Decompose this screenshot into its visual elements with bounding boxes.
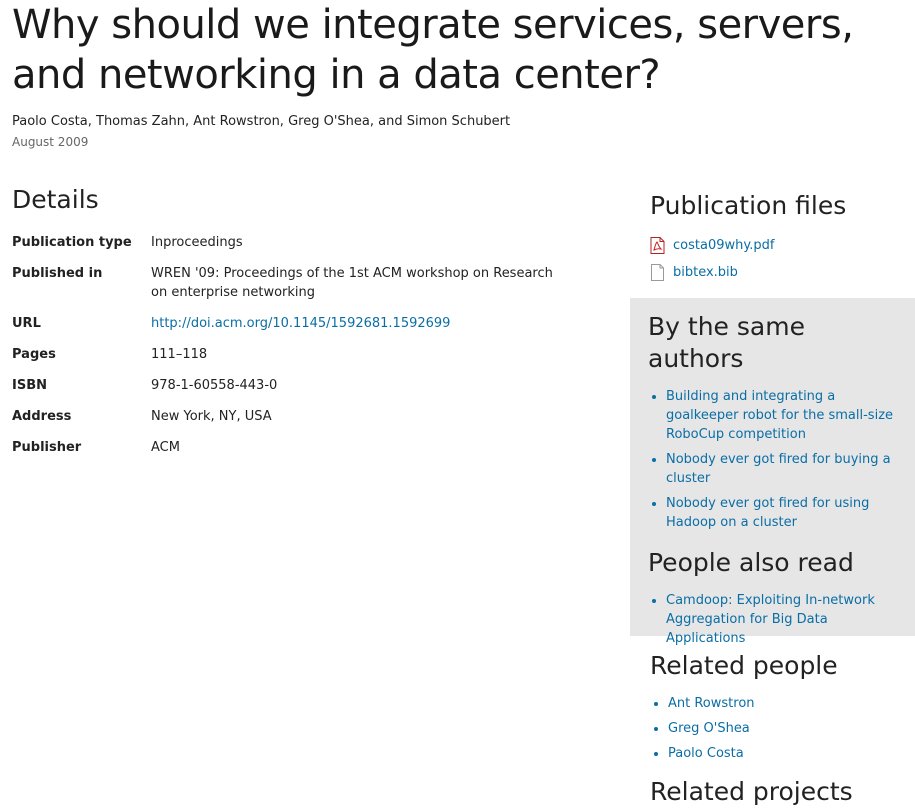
bibtex-file-link[interactable]: bibtex.bib [673,265,738,280]
publication-files-section: Publication files costa09why.pdf bibtex.… [650,190,910,286]
related-person-link[interactable]: Greg O'Shea [668,721,750,736]
related-projects-section: Related projects [650,776,853,808]
details-table: Publication type Inproceedings Published… [12,233,572,469]
detail-row-isbn: ISBN 978-1-60558-443-0 [12,376,572,395]
detail-label: Publication type [12,235,132,250]
detail-row-address: Address New York, NY, USA [12,407,572,426]
detail-value: New York, NY, USA [151,409,272,424]
page-title: Why should we integrate services, server… [12,2,854,98]
document-file-icon [650,264,665,281]
detail-value: http://doi.acm.org/10.1145/1592681.15926… [151,314,572,333]
authors-line: Paolo Costa, Thomas Zahn, Ant Rowstron, … [12,114,511,129]
related-person-link[interactable]: Paolo Costa [668,746,744,761]
list-item: Greg O'Shea [668,719,910,738]
file-list: costa09why.pdf bibtex.bib [650,232,910,286]
detail-label: Publisher [12,440,82,455]
pdf-file-link[interactable]: costa09why.pdf [673,238,774,253]
doi-link[interactable]: http://doi.acm.org/10.1145/1592681.15926… [151,316,450,331]
also-read-link[interactable]: Camdoop: Exploiting In-network Aggregati… [666,593,875,646]
same-authors-list: Building and integrating a goalkeeper ro… [648,387,897,532]
detail-label: Published in [12,266,103,281]
list-item: Nobody ever got fired for buying a clust… [666,450,897,488]
people-also-read-heading: People also read [648,548,854,577]
detail-row-url: URL http://doi.acm.org/10.1145/1592681.1… [12,314,572,333]
detail-row-published-in: Published in WREN '09: Proceedings of th… [12,264,572,302]
detail-row-publisher: Publisher ACM [12,438,572,457]
detail-value: 978-1-60558-443-0 [151,378,278,393]
detail-label: ISBN [12,378,47,393]
related-people-section: Related people Ant Rowstron Greg O'Shea … [650,650,910,769]
file-item: costa09why.pdf [650,232,910,259]
details-heading: Details [12,185,99,214]
file-item: bibtex.bib [650,259,910,286]
related-people-list: Ant Rowstron Greg O'Shea Paolo Costa [650,694,910,763]
detail-value: WREN '09: Proceedings of the 1st ACM wor… [151,266,553,300]
people-also-read-section: People also read Camdoop: Exploiting In-… [648,547,897,648]
publication-date: August 2009 [12,135,89,149]
list-item: Nobody ever got fired for using Hadoop o… [666,494,897,532]
list-item: Building and integrating a goalkeeper ro… [666,387,897,444]
detail-label: Pages [12,347,56,362]
detail-value: Inproceedings [151,235,243,250]
related-projects-heading: Related projects [650,777,853,806]
list-item: Paolo Costa [668,744,910,763]
same-authors-link[interactable]: Nobody ever got fired for buying a clust… [666,452,891,486]
same-authors-link[interactable]: Building and integrating a goalkeeper ro… [666,389,893,442]
pdf-file-icon [650,237,665,254]
related-people-heading: Related people [650,651,838,680]
related-publications-panel: By the same authors Building and integra… [630,298,915,646]
people-also-read-list: Camdoop: Exploiting In-network Aggregati… [648,591,897,648]
detail-value: 111–118 [151,347,208,362]
detail-label: Address [12,409,72,424]
detail-value: ACM [151,440,180,455]
detail-label: URL [12,316,41,331]
related-person-link[interactable]: Ant Rowstron [668,696,755,711]
list-item: Ant Rowstron [668,694,910,713]
same-authors-heading: By the same authors [648,312,805,373]
same-authors-link[interactable]: Nobody ever got fired for using Hadoop o… [666,496,869,530]
detail-row-pages: Pages 111–118 [12,345,572,364]
detail-row-publication-type: Publication type Inproceedings [12,233,572,252]
list-item: Camdoop: Exploiting In-network Aggregati… [666,591,897,648]
publication-files-heading: Publication files [650,191,847,220]
